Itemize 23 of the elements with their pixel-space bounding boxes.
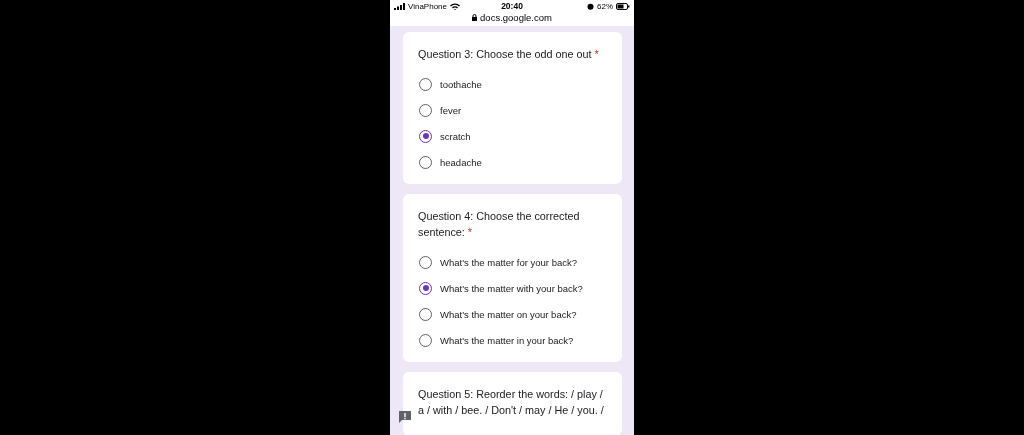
alarm-icon: [587, 2, 594, 10]
clock-time: 20:40: [501, 1, 523, 11]
option-label[interactable]: What's the matter with your back?: [440, 282, 583, 294]
required-mark: *: [594, 48, 599, 60]
option-label[interactable]: headache: [440, 156, 482, 168]
battery-percent: 62%: [597, 1, 613, 11]
option-label[interactable]: scratch: [440, 130, 471, 142]
option-label[interactable]: toothache: [440, 78, 482, 90]
signal-icon: [394, 2, 405, 10]
question-title: Question 4: Choose the corrected sentence: *: [418, 209, 581, 240]
required-mark: *: [467, 226, 473, 238]
feedback-icon[interactable]: [398, 410, 412, 424]
option-label[interactable]: What's the matter in your back?: [440, 334, 574, 346]
battery-icon: [616, 2, 630, 10]
question-title: Question 3: Choose the odd one out *: [418, 47, 600, 62]
wifi-icon: [450, 2, 460, 10]
page-url: docs.google.com: [480, 12, 552, 23]
option-label[interactable]: What's the matter on your back?: [440, 308, 577, 320]
question-title: Question 5: Reorder the words: / play / a / with / bee. / Don't / may / He / you. /: [418, 387, 605, 418]
lock-icon: [472, 14, 478, 21]
carrier-name: VinaPhone: [408, 1, 447, 11]
option-label[interactable]: What's the matter for your back?: [440, 256, 577, 268]
option-label[interactable]: fever: [440, 104, 462, 116]
